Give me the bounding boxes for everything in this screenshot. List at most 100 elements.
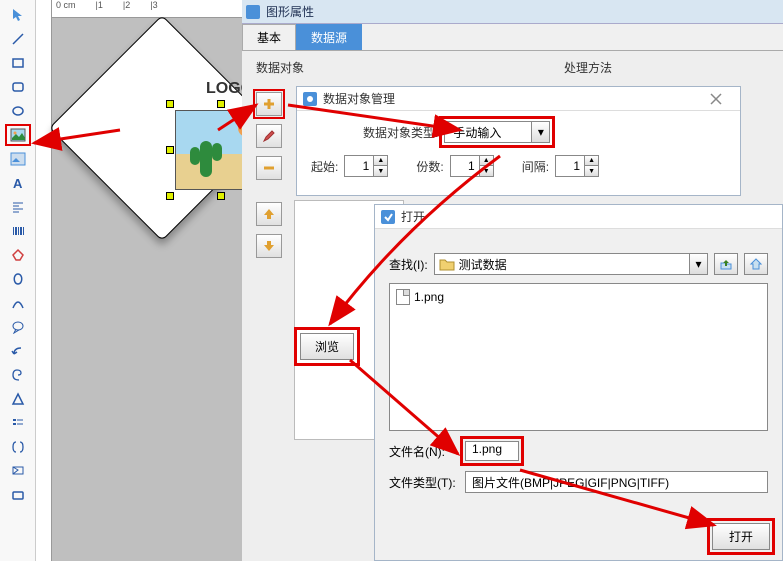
resize-handle[interactable]	[217, 100, 225, 108]
panel-icon	[246, 5, 260, 19]
up-folder-icon	[719, 257, 733, 271]
canvas-area[interactable]: LOGO	[52, 18, 242, 561]
ruler-tick: |1	[96, 0, 103, 10]
chevron-down-icon: ▾	[531, 122, 549, 142]
align-left-tool[interactable]	[5, 196, 31, 218]
spin-down[interactable]: ▼	[584, 166, 598, 176]
count-label: 份数:	[416, 158, 443, 175]
picture2-icon	[10, 152, 26, 166]
open-file-dialog-titlebar[interactable]: 打开	[375, 205, 782, 229]
polygon-tool[interactable]	[5, 244, 31, 266]
remove-object-button[interactable]	[256, 156, 282, 180]
line-tool[interactable]	[5, 28, 31, 50]
count-spinner[interactable]: ▲▼	[450, 155, 494, 177]
select-tool[interactable]	[5, 4, 31, 26]
arc-tool[interactable]	[5, 292, 31, 314]
bracket-icon	[11, 440, 25, 454]
gap-input[interactable]	[556, 159, 584, 173]
start-input[interactable]	[345, 159, 373, 173]
file-icon	[396, 289, 410, 305]
move-down-button[interactable]	[256, 234, 282, 258]
resize-handle[interactable]	[166, 100, 174, 108]
resize-handle[interactable]	[217, 192, 225, 200]
line-icon	[11, 32, 25, 46]
tab-basic[interactable]: 基本	[242, 24, 296, 50]
open-file-dialog: 打开 查找(I): 测试数据 ▾ 1.png 文件名(N):	[374, 204, 783, 561]
list-tool[interactable]	[5, 412, 31, 434]
spin-up[interactable]: ▲	[479, 156, 493, 166]
add-object-button[interactable]	[256, 92, 282, 116]
triangle-icon	[11, 392, 25, 406]
ellipse-icon	[11, 104, 25, 118]
file-list[interactable]: 1.png	[389, 283, 768, 431]
filename-input[interactable]: 1.png	[465, 441, 519, 461]
bracket-tool[interactable]	[5, 436, 31, 458]
resize-handle[interactable]	[166, 192, 174, 200]
start-spinner[interactable]: ▲▼	[344, 155, 388, 177]
edit-object-button[interactable]	[256, 124, 282, 148]
dialog-title-text: 数据对象管理	[323, 90, 395, 107]
spiral-tool[interactable]	[5, 364, 31, 386]
file-name: 1.png	[414, 290, 444, 304]
text-icon: A	[11, 176, 25, 190]
object-type-dropdown[interactable]: 手动输入 ▾	[444, 121, 550, 143]
picture-tool[interactable]	[5, 124, 31, 146]
close-button[interactable]	[710, 93, 734, 105]
object-type-value: 手动输入	[445, 124, 531, 141]
filetype-value: 图片文件(BMP|JPEG|GIF|PNG|TIFF)	[472, 474, 669, 491]
browse-button[interactable]: 浏览	[300, 333, 354, 360]
rect-tool[interactable]	[5, 52, 31, 74]
card-tool[interactable]	[5, 484, 31, 506]
callout-icon	[11, 320, 25, 334]
curve-icon	[11, 272, 25, 286]
lookin-label: 查找(I):	[389, 256, 428, 273]
gap-spinner[interactable]: ▲▼	[555, 155, 599, 177]
align-left-icon	[11, 200, 25, 214]
resize-handle[interactable]	[166, 146, 174, 154]
ellipse-tool[interactable]	[5, 100, 31, 122]
file-item[interactable]: 1.png	[394, 288, 763, 306]
picture-icon	[10, 128, 26, 142]
callout-tool[interactable]	[5, 316, 31, 338]
spin-up[interactable]: ▲	[584, 156, 598, 166]
ruler-tick: |3	[150, 0, 157, 10]
flag-tool[interactable]	[5, 460, 31, 482]
picture2-tool[interactable]	[5, 148, 31, 170]
data-object-dialog-titlebar[interactable]: 数据对象管理	[297, 87, 740, 111]
card-icon	[11, 488, 25, 502]
minus-icon	[262, 161, 276, 175]
open-dialog-title: 打开	[401, 208, 425, 225]
ruler-horizontal: 0 cm |1 |2 |3	[52, 0, 242, 18]
move-up-button[interactable]	[256, 202, 282, 226]
count-input[interactable]	[451, 159, 479, 173]
up-folder-button[interactable]	[714, 253, 738, 275]
left-toolbar: A	[0, 0, 36, 561]
filetype-dropdown[interactable]: 图片文件(BMP|JPEG|GIF|PNG|TIFF)	[465, 471, 768, 493]
curve-tool[interactable]	[5, 268, 31, 290]
home-button[interactable]	[744, 253, 768, 275]
pencil-icon	[262, 129, 276, 143]
data-object-buttons	[256, 92, 282, 258]
plus-icon	[262, 97, 276, 111]
dialog-icon	[303, 92, 317, 106]
ruler-tick: |2	[123, 0, 130, 10]
spiral-icon	[11, 368, 25, 382]
gap-label: 间隔:	[522, 158, 549, 175]
triangle-tool[interactable]	[5, 388, 31, 410]
filetype-label: 文件类型(T):	[389, 474, 459, 491]
round-rect-tool[interactable]	[5, 76, 31, 98]
filename-label: 文件名(N):	[389, 443, 459, 460]
dialog-icon	[381, 210, 395, 224]
text-tool[interactable]: A	[5, 172, 31, 194]
barcode-tool[interactable]	[5, 220, 31, 242]
spin-down[interactable]: ▼	[479, 166, 493, 176]
tab-datasource[interactable]: 数据源	[296, 24, 362, 50]
undo-tool[interactable]	[5, 340, 31, 362]
spin-up[interactable]: ▲	[373, 156, 387, 166]
section-data-object: 数据对象	[256, 59, 304, 76]
flag-icon	[11, 464, 25, 478]
lookin-dropdown[interactable]: 测试数据 ▾	[434, 253, 708, 275]
spin-down[interactable]: ▼	[373, 166, 387, 176]
open-button[interactable]: 打开	[712, 523, 770, 550]
round-rect-icon	[11, 80, 25, 94]
